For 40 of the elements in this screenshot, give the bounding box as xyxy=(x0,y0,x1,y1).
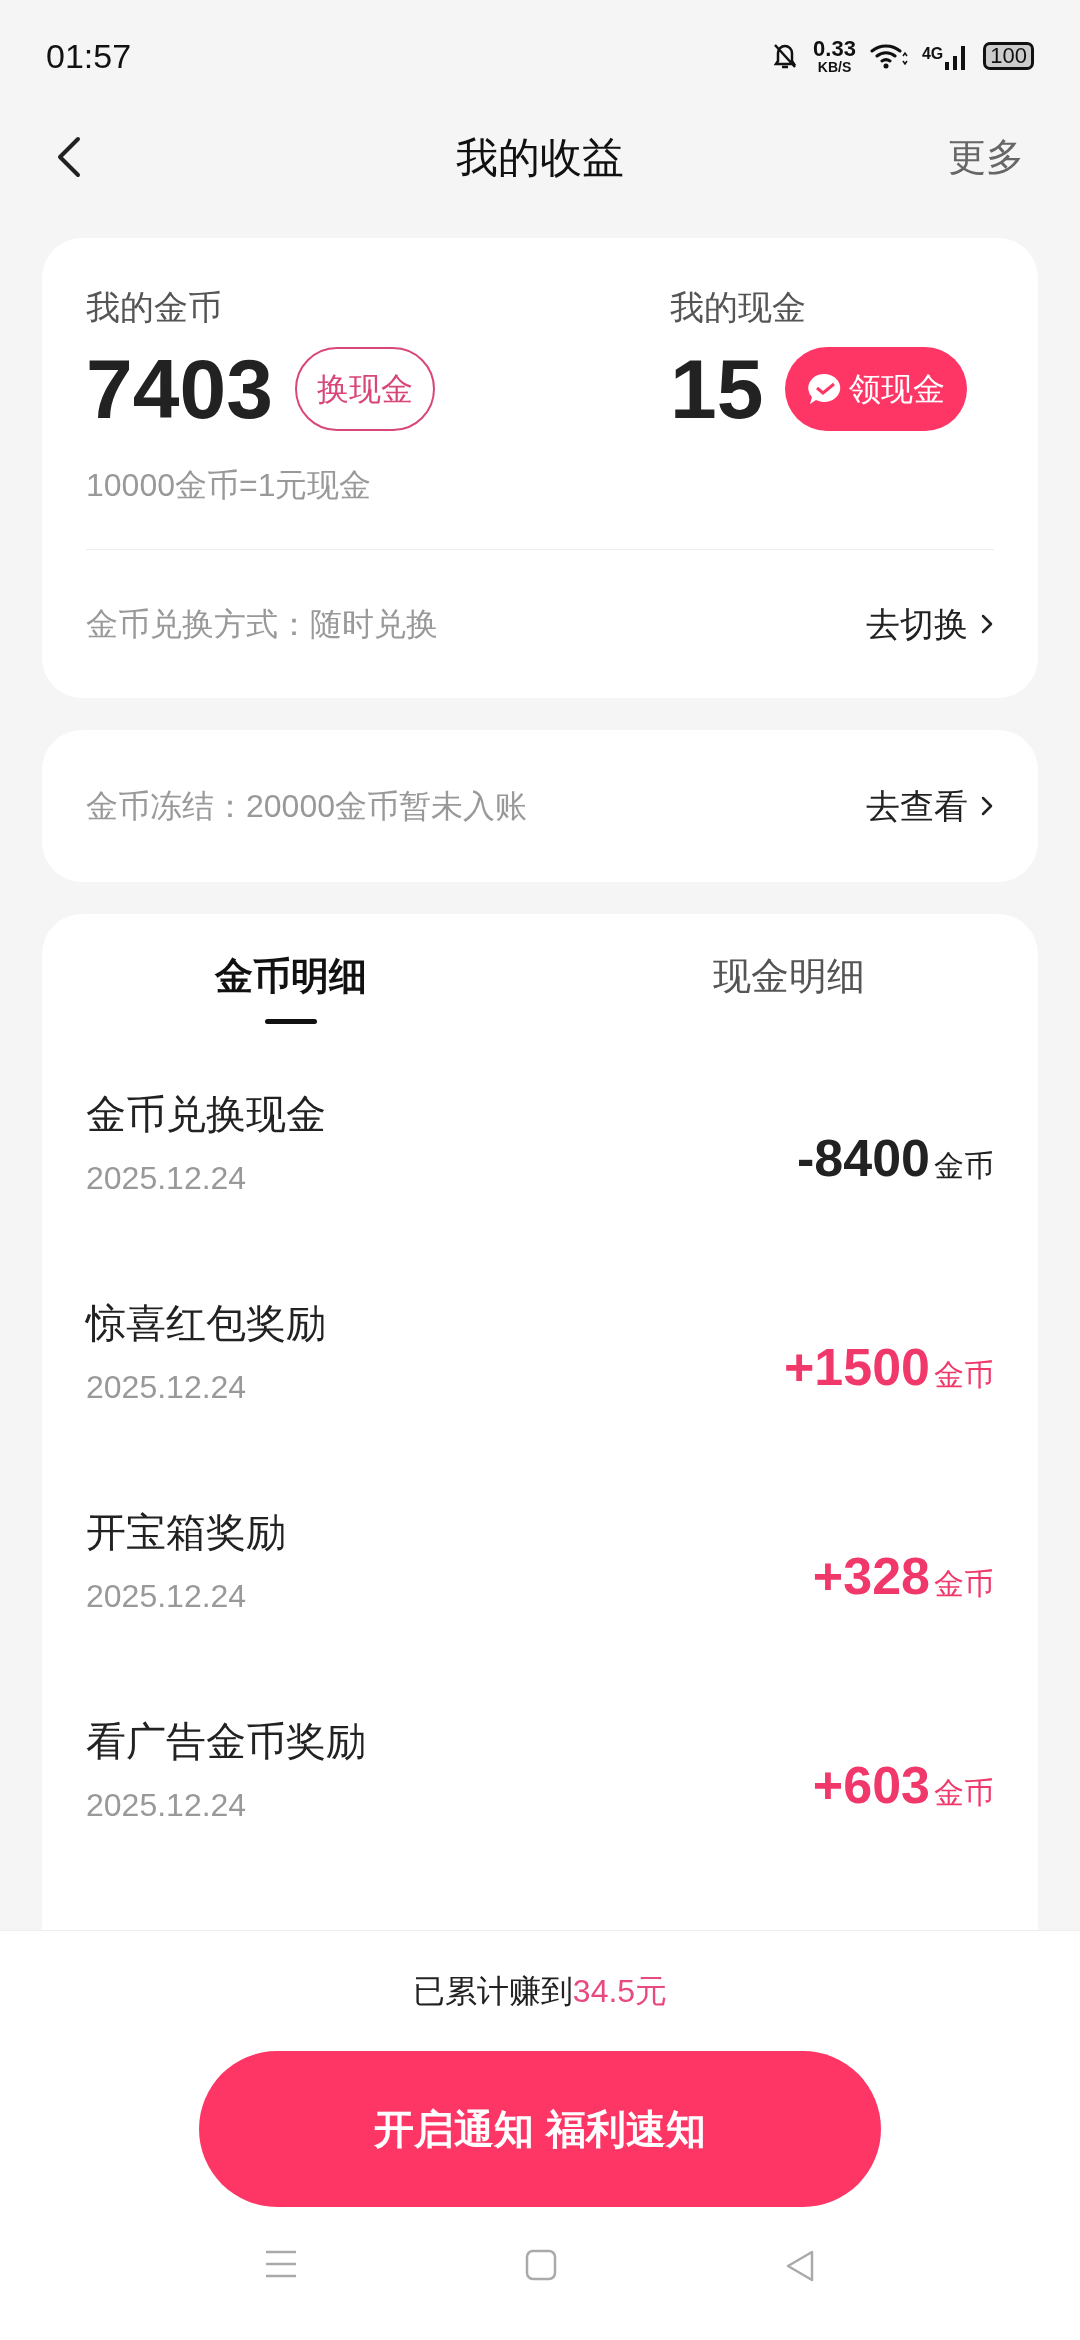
record-title: 金币兑换现金 xyxy=(86,1090,326,1138)
record-date: 2025.12.24 xyxy=(86,1785,248,1825)
record-title: 看广告金币奖励 xyxy=(86,1717,366,1765)
balance-label: 我的现金 xyxy=(670,287,807,328)
record-title: 开宝箱奖励 xyxy=(86,1508,286,1556)
record-amount: -8400金币 xyxy=(797,1127,994,1189)
enable-notifications-button[interactable]: 开启通知 福利速知 xyxy=(199,2051,881,2207)
record-date: 2025.12.24 xyxy=(86,1367,248,1407)
chevron-right-icon xyxy=(980,794,994,818)
balance-value: 15 xyxy=(670,347,764,431)
home-icon[interactable] xyxy=(525,2249,557,2281)
exchange-mode: 金币兑换方式：随时兑换 xyxy=(86,605,438,644)
back-button[interactable] xyxy=(56,135,82,179)
frozen-coins-text: 金币冻结：20000金币暂未入账 xyxy=(86,787,527,826)
chevron-right-icon xyxy=(980,612,994,636)
record-amount: +1500金币 xyxy=(783,1336,994,1398)
network-speed: 0.33 xyxy=(813,38,856,60)
record-date: 2025.12.24 xyxy=(86,1576,248,1616)
page-title: 我的收益 xyxy=(456,132,624,183)
record-amount: +603金币 xyxy=(812,1754,994,1816)
claim-cash-button[interactable]: 领现金 xyxy=(785,347,968,431)
exchange-cash-button[interactable]: 换现金 xyxy=(294,347,435,431)
tab[interactable]: 现金明细 xyxy=(540,934,1038,1038)
more-button[interactable]: 更多 xyxy=(948,128,1024,186)
switch-link[interactable]: 去切换 xyxy=(866,598,994,650)
record-amount: +328金币 xyxy=(812,1545,994,1607)
total-earned-text: 已累计赚到34.5元 xyxy=(412,1972,668,2011)
network-type: 4G xyxy=(921,44,944,64)
menu-icon[interactable] xyxy=(263,2249,298,2279)
record-title: 惊喜红包奖励 xyxy=(86,1299,326,1347)
status-time: 01:57 xyxy=(46,35,132,77)
balance-label: 我的金币 xyxy=(86,287,223,328)
balance-value: 7403 xyxy=(86,347,273,431)
exchange-rate: 10000金币=1元现金 xyxy=(86,466,373,505)
battery-icon: 100 xyxy=(983,42,1034,70)
record-date: 2025.12.24 xyxy=(86,1158,248,1198)
wifi-icon xyxy=(869,42,908,70)
tab[interactable]: 金币明细 xyxy=(42,934,540,1038)
view-link[interactable]: 去查看 xyxy=(866,780,994,832)
speed-unit: KB/S xyxy=(817,60,852,74)
